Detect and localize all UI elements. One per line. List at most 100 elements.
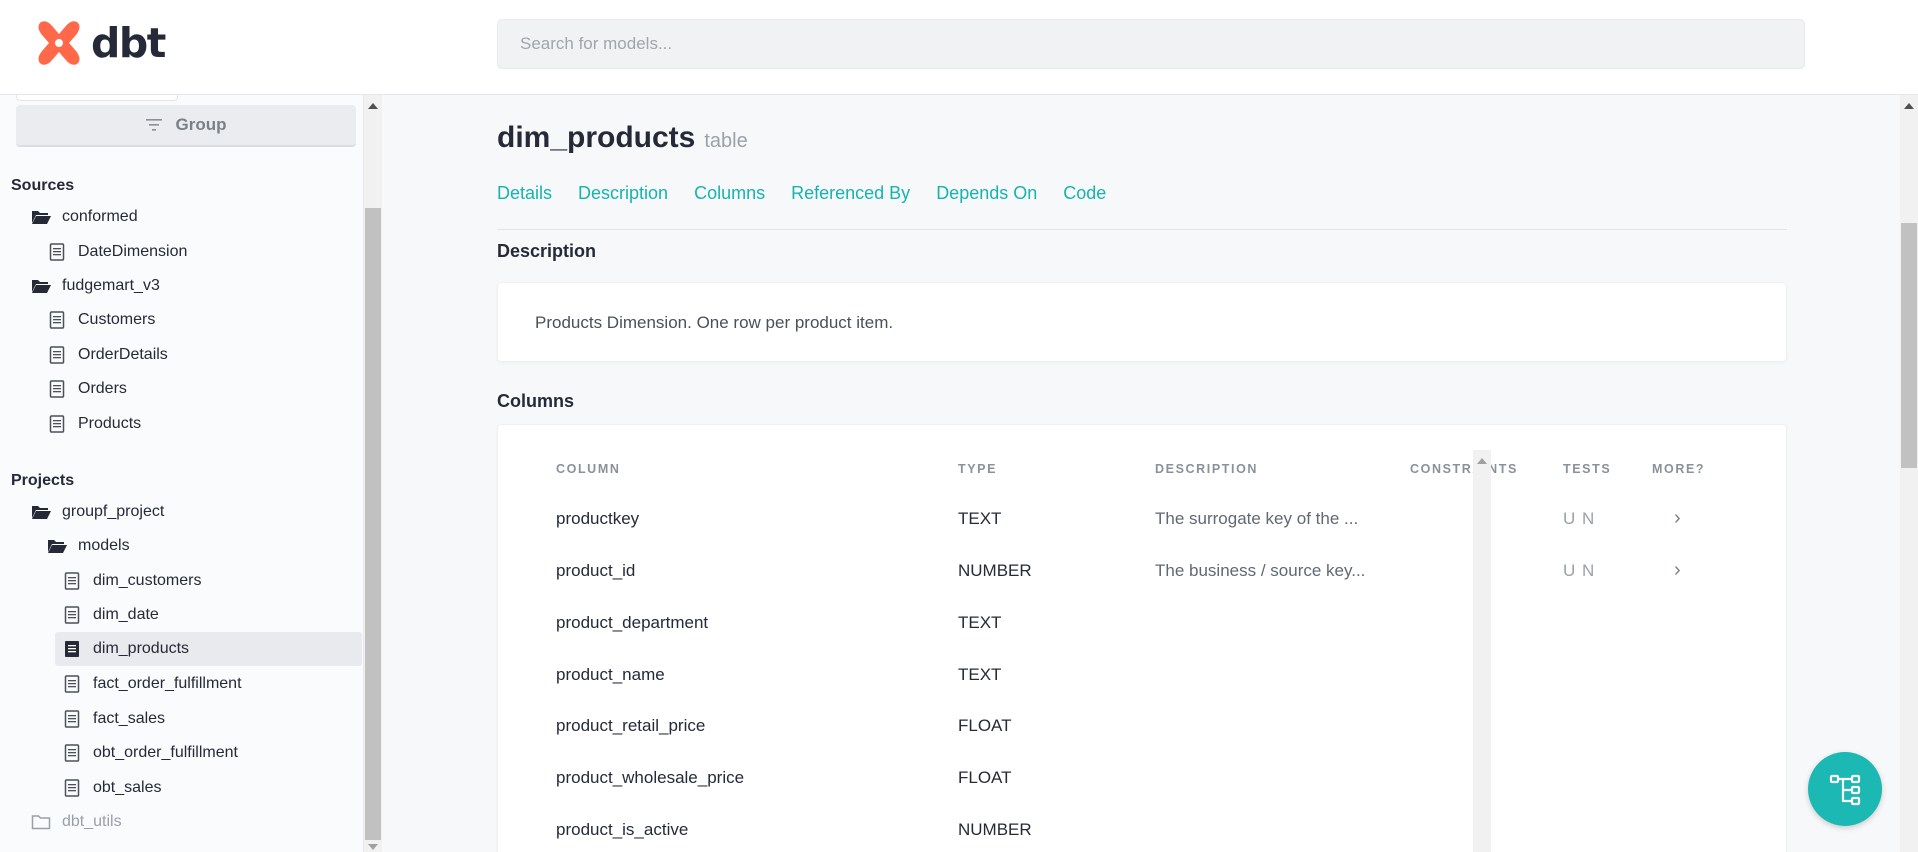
tab-details[interactable]: Details <box>497 183 552 204</box>
document-icon <box>46 311 68 329</box>
tabs-divider <box>497 229 1787 230</box>
col-header-constraints[interactable]: CONSTRAINTS <box>1410 462 1518 476</box>
scroll-down-arrow-icon[interactable] <box>368 844 378 850</box>
table-row-column[interactable]: product_id <box>556 561 635 581</box>
tree-file-orders[interactable]: Orders <box>46 374 127 404</box>
col-header-description[interactable]: DESCRIPTION <box>1155 462 1258 476</box>
tree-item-label: groupf_project <box>62 503 165 520</box>
tab-referenced-by[interactable]: Referenced By <box>791 183 910 204</box>
row-expand-chevron-icon[interactable]: › <box>1674 507 1681 530</box>
tree-item-label: DateDimension <box>78 243 188 260</box>
document-icon <box>46 243 68 261</box>
tab-description[interactable]: Description <box>578 183 668 204</box>
tree-item-label: conformed <box>62 208 138 225</box>
tree-file-fact-order-fulfillment[interactable]: fact_order_fulfillment <box>61 669 242 699</box>
tree-item-label: fact_order_fulfillment <box>93 675 242 692</box>
document-icon <box>61 675 83 693</box>
col-header-type[interactable]: TYPE <box>958 462 997 476</box>
tree-file-dim-customers[interactable]: dim_customers <box>61 566 201 596</box>
scroll-up-arrow-icon[interactable] <box>1904 103 1914 109</box>
page-scrollbar[interactable] <box>1900 95 1918 852</box>
tree-item-label: models <box>78 537 130 554</box>
tree-file-dim-date[interactable]: dim_date <box>61 600 159 630</box>
tree-folder-conformed[interactable]: conformed <box>30 202 138 232</box>
tree-item-label: obt_sales <box>93 779 162 796</box>
table-row-tests: U N <box>1563 509 1596 528</box>
table-row-column[interactable]: productkey <box>556 509 639 529</box>
table-row-type: NUMBER <box>958 561 1032 580</box>
group-button[interactable]: Group <box>16 105 356 147</box>
tree-item-label: fudgemart_v3 <box>62 277 160 294</box>
table-row-tests: U N <box>1563 561 1596 580</box>
sidebar-scrollbar[interactable] <box>364 95 382 852</box>
scroll-up-arrow-icon[interactable] <box>368 103 378 109</box>
folder-open-icon <box>30 504 52 520</box>
sources-heading: Sources <box>11 177 75 194</box>
model-name: dim_products <box>497 121 696 154</box>
table-scrollbar[interactable] <box>1473 450 1491 852</box>
model-kind: table <box>704 130 748 152</box>
table-row-column[interactable]: product_wholesale_price <box>556 768 744 788</box>
tree-item-label: OrderDetails <box>78 346 168 363</box>
document-icon <box>61 779 83 797</box>
sidebar-view-tabs[interactable] <box>16 95 356 101</box>
table-row-column[interactable]: product_name <box>556 665 665 685</box>
row-expand-chevron-icon[interactable]: › <box>1674 559 1681 582</box>
tree-file-products[interactable]: Products <box>46 409 141 439</box>
filter-lines-icon <box>145 119 162 131</box>
description-heading: Description <box>497 241 597 261</box>
main-content: dim_products table Details Description C… <box>382 95 1900 852</box>
top-header: dbt <box>0 0 1918 95</box>
table-row-column[interactable]: product_is_active <box>556 820 688 840</box>
table-row-column[interactable]: product_retail_price <box>556 716 705 736</box>
columns-heading: Columns <box>497 391 575 411</box>
document-icon <box>46 346 68 364</box>
table-row-column[interactable]: product_department <box>556 613 708 633</box>
tree-file-dim-products[interactable]: dim_products <box>61 634 189 664</box>
tree-item-label: Products <box>78 415 142 432</box>
tab-depends-on[interactable]: Depends On <box>936 183 1037 204</box>
tree-file-obt-order-fulfillment[interactable]: obt_order_fulfillment <box>61 738 238 768</box>
group-button-label: Group <box>175 115 227 134</box>
folder-open-icon <box>30 278 52 294</box>
tree-file-obt-sales[interactable]: obt_sales <box>61 773 162 803</box>
tree-item-label: dim_date <box>93 606 159 623</box>
tree-item-label: obt_order_fulfillment <box>93 744 238 761</box>
tree-folder-dbt-utils[interactable]: dbt_utils <box>30 807 122 837</box>
tab-code[interactable]: Code <box>1063 183 1106 204</box>
document-icon <box>61 710 83 728</box>
table-row-type: TEXT <box>958 613 1002 632</box>
table-row-description: The surrogate key of the ... <box>1155 509 1359 528</box>
sidebar-scrollbar-thumb[interactable] <box>365 208 381 840</box>
page-title: dim_products table <box>497 121 748 155</box>
tree-folder-models[interactable]: models <box>46 531 130 561</box>
model-description: Products Dimension. One row per product … <box>535 313 894 332</box>
document-icon <box>46 380 68 398</box>
tree-item-label: Customers <box>78 311 156 328</box>
table-row-type: FLOAT <box>958 768 1012 787</box>
projects-heading: Projects <box>11 472 75 489</box>
dbt-logo[interactable]: dbt <box>35 18 166 67</box>
search-input[interactable] <box>497 19 1805 69</box>
tree-file-datedimension[interactable]: DateDimension <box>46 237 187 267</box>
document-icon <box>61 572 83 590</box>
lineage-graph-button[interactable] <box>1808 752 1882 826</box>
tree-folder-fudgemart-v3[interactable]: fudgemart_v3 <box>30 271 160 301</box>
col-header-column[interactable]: COLUMN <box>556 462 620 476</box>
tree-file-fact-sales[interactable]: fact_sales <box>61 704 165 734</box>
col-header-more[interactable]: MORE? <box>1652 462 1705 476</box>
tree-item-label: dim_customers <box>93 572 202 589</box>
scroll-up-arrow-icon[interactable] <box>1477 458 1487 464</box>
tree-item-label: Orders <box>78 380 127 397</box>
tree-item-label: fact_sales <box>93 710 166 727</box>
folder-open-icon <box>30 209 52 225</box>
page-scrollbar-thumb[interactable] <box>1901 223 1917 468</box>
tree-folder-groupf-project[interactable]: groupf_project <box>30 497 164 527</box>
tab-project[interactable] <box>16 95 178 101</box>
col-header-tests[interactable]: TESTS <box>1563 462 1611 476</box>
tree-file-orderdetails[interactable]: OrderDetails <box>46 340 168 370</box>
tree-item-label: dim_products <box>93 640 190 657</box>
tree-file-customers[interactable]: Customers <box>46 305 155 335</box>
dbt-logo-text: dbt <box>91 18 166 67</box>
tab-columns[interactable]: Columns <box>694 183 765 204</box>
